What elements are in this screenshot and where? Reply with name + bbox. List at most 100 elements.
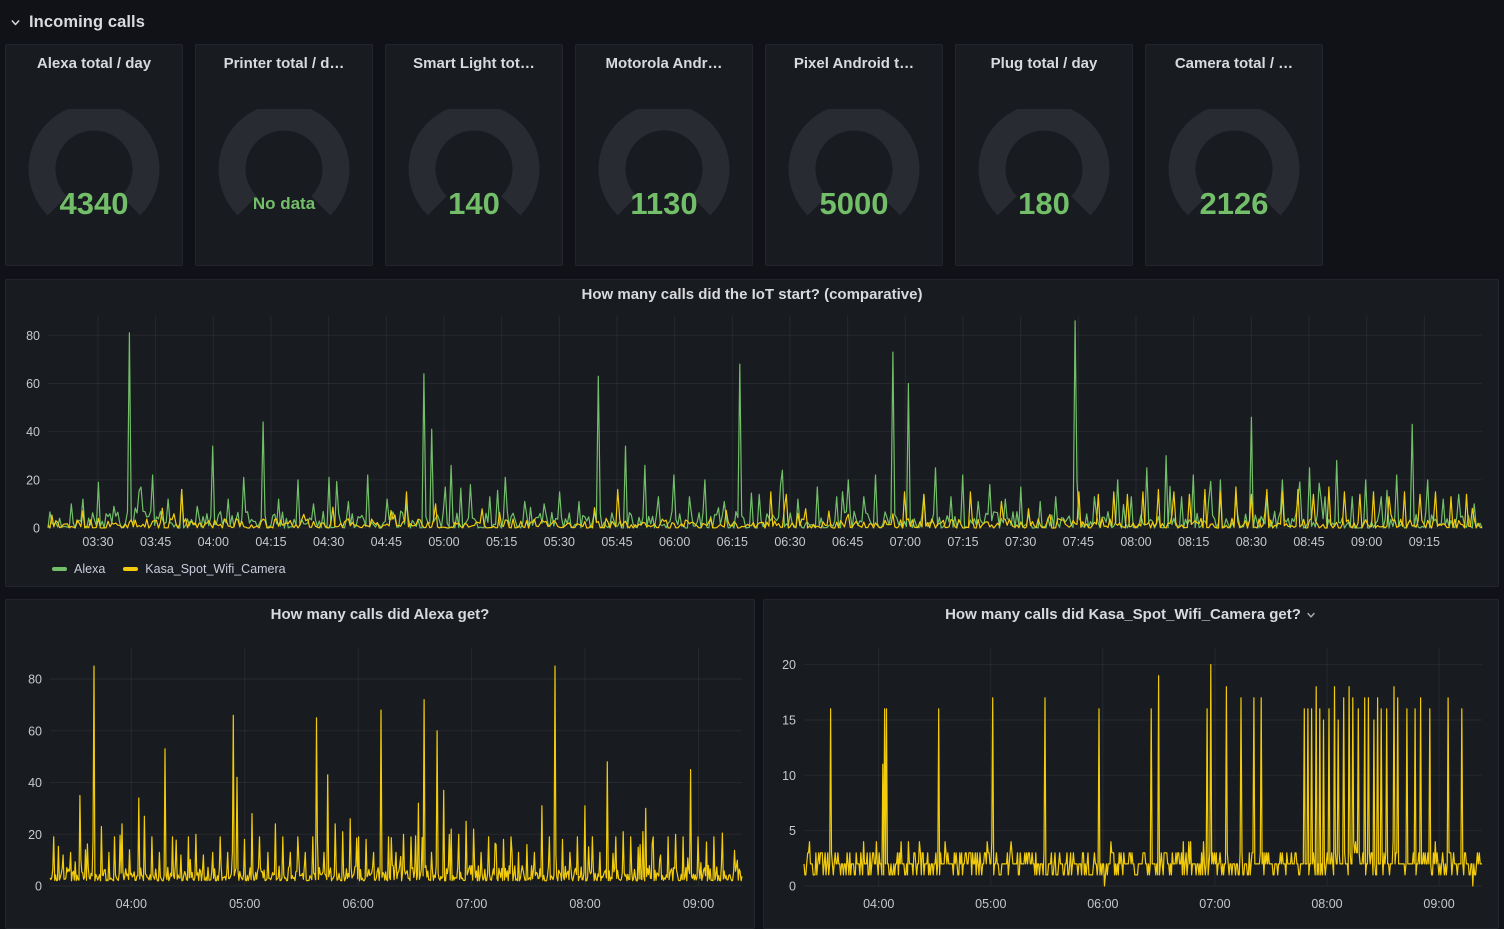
gauge-value: 180	[1018, 186, 1070, 221]
gauge-panel-title[interactable]: Printer total / d…	[196, 49, 372, 79]
gauge-row: Alexa total / day 4340 Printer total / d… N…	[5, 44, 1504, 266]
gauge-value: 1130	[630, 186, 697, 221]
gauge-arc: No data	[218, 109, 350, 216]
gauge-value: No data	[253, 194, 316, 213]
y-tick-label: 0	[35, 880, 42, 894]
y-tick-label: 0	[789, 880, 796, 894]
panel-alexa-get: How many calls did Alexa get? 0 20 40 60 80 0…	[5, 599, 755, 929]
gauge: 2126	[1146, 79, 1322, 265]
panel-title-text: How many calls did Kasa_Spot_Wifi_Camera…	[945, 606, 1301, 623]
row-title: Incoming calls	[29, 12, 146, 31]
gauge-panel-title[interactable]: Pixel Android t…	[766, 49, 942, 79]
gauge-arc: 1130	[598, 109, 730, 221]
x-tick-label: 05:00	[229, 897, 260, 911]
x-tick-label: 05:30	[544, 535, 575, 549]
gauge-panel-title[interactable]: Camera total / …	[1146, 49, 1322, 79]
chevron-down-icon	[11, 19, 20, 25]
x-tick-label: 07:15	[947, 535, 978, 549]
y-tick-label: 60	[28, 724, 42, 738]
legend-item[interactable]: Alexa	[52, 562, 105, 576]
x-tick-label: 08:00	[1311, 897, 1342, 911]
gauge: No data	[196, 79, 372, 265]
x-tick-label: 05:00	[975, 897, 1006, 911]
x-tick-label: 04:45	[371, 535, 402, 549]
gauge-arc: 2126	[1168, 109, 1300, 221]
x-tick-label: 08:00	[1120, 535, 1151, 549]
gauge-panel-title[interactable]: Smart Light tot…	[386, 49, 562, 79]
chevron-down-icon[interactable]	[1305, 609, 1317, 621]
x-tick-label: 08:00	[569, 897, 600, 911]
gauge-panel: Alexa total / day 4340	[5, 44, 183, 266]
gauge-arc: 4340	[28, 109, 160, 221]
kasa-get-chart[interactable]: 0 5 10 15 20 04:00 05:00 06:00 07:00 08:00 09:00	[764, 630, 1494, 916]
x-tick-label: 07:00	[890, 535, 921, 549]
series-line-Alexa	[49, 665, 743, 882]
gauge-panel-title[interactable]: Motorola Andr…	[576, 49, 752, 79]
x-tick-label: 06:00	[659, 535, 690, 549]
x-tick-label: 05:00	[428, 535, 459, 549]
chart-legend: Alexa Kasa_Spot_Wifi_Camera	[6, 559, 1498, 576]
y-tick-label: 20	[26, 473, 40, 487]
x-tick-label: 06:00	[343, 897, 374, 911]
gauge-panel: Camera total / … 2126	[1145, 44, 1323, 266]
y-tick-label: 10	[782, 769, 796, 783]
gauge: 1130	[576, 79, 752, 265]
x-tick-label: 07:30	[1005, 535, 1036, 549]
gauge-arc: 140	[408, 109, 540, 221]
x-tick-label: 07:00	[1199, 897, 1230, 911]
y-tick-label: 20	[782, 658, 796, 672]
gauge: 140	[386, 79, 562, 265]
x-tick-label: 07:00	[456, 897, 487, 911]
gauge: 4340	[6, 79, 182, 265]
bottom-row: How many calls did Alexa get? 0 20 40 60 80 0…	[5, 599, 1504, 929]
x-tick-label: 09:15	[1409, 535, 1440, 549]
x-tick-label: 04:15	[255, 535, 286, 549]
x-tick-label: 06:30	[774, 535, 805, 549]
panel-title-kasa-get[interactable]: How many calls did Kasa_Spot_Wifi_Camera…	[764, 600, 1498, 630]
x-tick-label: 08:30	[1236, 535, 1267, 549]
y-tick-label: 20	[28, 828, 42, 842]
panel-title-alexa-get[interactable]: How many calls did Alexa get?	[6, 600, 754, 630]
gauge-panel: Printer total / d… No data	[195, 44, 373, 266]
legend-swatch-icon	[123, 567, 139, 571]
x-tick-label: 06:00	[1087, 897, 1118, 911]
gauge-panel: Smart Light tot… 140	[385, 44, 563, 266]
gauge-arc: 180	[978, 109, 1110, 221]
y-tick-label: 80	[28, 673, 42, 687]
legend-item[interactable]: Kasa_Spot_Wifi_Camera	[123, 562, 286, 576]
x-tick-label: 09:00	[1423, 897, 1454, 911]
panel-title-comparative[interactable]: How many calls did the IoT start? (compa…	[6, 280, 1498, 310]
x-tick-label: 08:45	[1293, 535, 1324, 549]
gauge-panel: Motorola Andr… 1130	[575, 44, 753, 266]
comparative-chart[interactable]: 0 20 40 60 80 03:30 03:45 04:00 04:15 04:30 04:45 0…	[6, 310, 1492, 554]
x-tick-label: 07:45	[1063, 535, 1094, 549]
panel-comparative: How many calls did the IoT start? (compa…	[5, 279, 1499, 587]
gauge-panel: Plug total / day 180	[955, 44, 1133, 266]
y-tick-label: 40	[26, 425, 40, 439]
x-tick-label: 04:30	[313, 535, 344, 549]
panel-kasa-get: How many calls did Kasa_Spot_Wifi_Camera…	[763, 599, 1499, 929]
y-tick-label: 40	[28, 776, 42, 790]
gauge: 5000	[766, 79, 942, 265]
gauge-value: 2126	[1200, 186, 1269, 221]
gauge-panel: Pixel Android t… 5000	[765, 44, 943, 266]
y-tick-label: 15	[782, 713, 796, 727]
x-tick-label: 06:45	[832, 535, 863, 549]
legend-swatch-icon	[52, 567, 67, 571]
gauge-value: 5000	[820, 186, 889, 221]
x-tick-label: 04:00	[116, 897, 147, 911]
alexa-get-chart[interactable]: 0 20 40 60 80 04:00 05:00 06:00 07:00 08:00 09:00	[6, 630, 750, 916]
y-tick-label: 80	[26, 329, 40, 343]
x-tick-label: 05:15	[486, 535, 517, 549]
gauge-panel-title[interactable]: Alexa total / day	[6, 49, 182, 79]
y-tick-label: 60	[26, 377, 40, 391]
y-tick-label: 5	[789, 824, 796, 838]
x-tick-label: 04:00	[863, 897, 894, 911]
gauge-panel-title[interactable]: Plug total / day	[956, 49, 1132, 79]
row-header-incoming-calls[interactable]: Incoming calls	[0, 0, 1504, 37]
gauge: 180	[956, 79, 1132, 265]
x-tick-label: 06:15	[717, 535, 748, 549]
gauge-value: 140	[448, 186, 500, 221]
x-tick-label: 09:00	[1351, 535, 1382, 549]
x-tick-label: 08:15	[1178, 535, 1209, 549]
